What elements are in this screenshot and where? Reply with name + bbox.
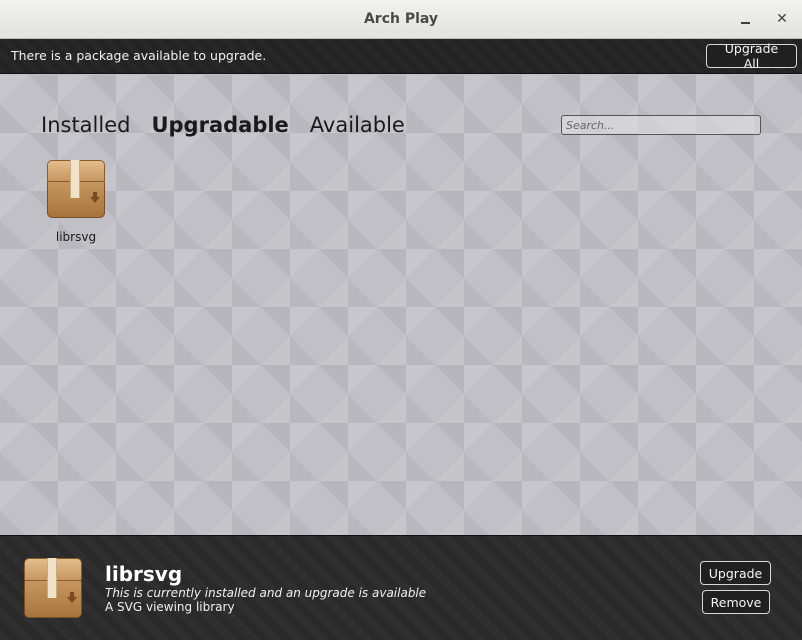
detail-package-name: librsvg (105, 562, 183, 586)
package-box-icon (47, 160, 105, 218)
title-bar: Arch Play ✕ (0, 0, 802, 39)
tab-installed[interactable]: Installed (41, 113, 130, 137)
upgrade-button[interactable]: Upgrade (700, 561, 771, 585)
tab-upgradable[interactable]: Upgradable (151, 113, 288, 137)
close-icon: ✕ (776, 11, 788, 27)
detail-icon-wrap (24, 558, 82, 622)
package-detail-panel: librsvg This is currently installed and … (0, 535, 802, 640)
package-tile-label: librsvg (55, 230, 97, 244)
category-tabs: Installed Upgradable Available (41, 113, 405, 137)
package-browser: Installed Upgradable Available librsvg (0, 75, 802, 535)
minimize-icon (740, 22, 750, 24)
upgrade-all-button[interactable]: Upgrade All (706, 41, 797, 71)
remove-button[interactable]: Remove (702, 590, 770, 614)
package-box-icon (24, 558, 82, 618)
app-window: Arch Play ✕ There is a package available… (0, 0, 802, 640)
notification-message: There is a package available to upgrade. (11, 48, 267, 63)
detail-description: A SVG viewing library (105, 600, 235, 614)
tab-available[interactable]: Available (310, 113, 405, 137)
close-button[interactable]: ✕ (773, 10, 791, 28)
detail-status-text: This is currently installed and an upgra… (105, 586, 427, 600)
package-tile-librsvg[interactable]: librsvg (44, 160, 108, 244)
minimize-button[interactable] (736, 10, 754, 28)
notification-bar: There is a package available to upgrade. (0, 39, 802, 74)
search-input[interactable] (561, 115, 761, 135)
window-title: Arch Play (363, 11, 439, 27)
